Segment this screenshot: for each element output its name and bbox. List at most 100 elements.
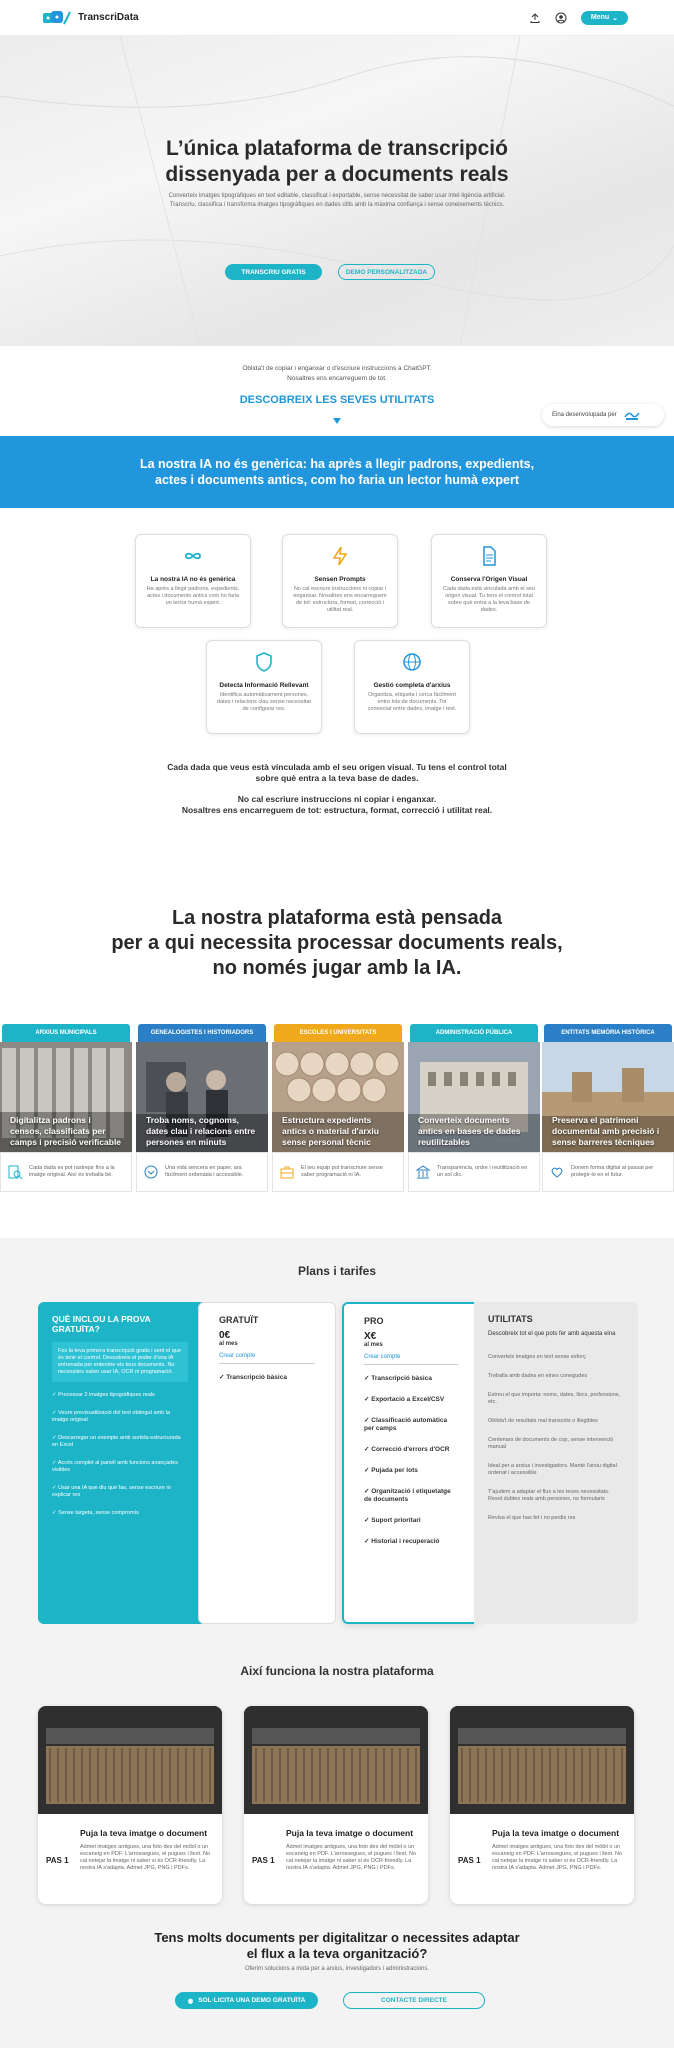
create-account-link[interactable]: Crear compte [364,1354,458,1360]
audience-tag: ESCOLES I UNIVERSITATS [274,1024,402,1042]
divider [219,1363,315,1364]
demo-button[interactable]: DEMO PERSONALITZADA [338,264,435,280]
utility-item: Revisa el que has fet i no perdis res [488,1515,576,1521]
step-number: PAS 1 [46,1856,69,1865]
feature-card: Detecta Informació Rellevant Identifica … [206,640,322,734]
plan-feature: ✓ Suport prioritari [364,1517,421,1524]
audience-card[interactable]: ADMINISTRACIÓ PÚBLICA Converteix documen… [408,1024,540,1204]
shield-icon [256,652,272,672]
trial-item: ✓ Sense targeta, sense compromís [52,1510,139,1516]
contact-button[interactable]: CONTACTE DIRECTE [343,1992,485,2009]
audience-tag: ENTITATS MEMÒRIA HISTÒRICA [544,1024,672,1042]
plan-period: al mes [364,1342,383,1348]
request-demo-button[interactable]: ◉ SOL·LICITA UNA DEMO GRATUÏTA [175,1992,318,2009]
step-card: Puja la teva imatge o document PAS 1 Adm… [38,1706,222,1904]
menu-label: Menu [590,14,610,21]
paper-texture [0,36,674,346]
trial-column: QUÈ INCLOU LA PROVA GRATUÏTA? Fes la tev… [38,1302,202,1624]
create-account-link[interactable]: Crear compte [219,1353,315,1359]
audience-caption: Digitalitza padrons i censos, classifica… [10,1115,122,1147]
search-document-icon [8,1165,23,1180]
audience-card[interactable]: ESCOLES I UNIVERSITATS Estructura expedi… [272,1024,404,1204]
plan-feature: ✓ Historial i recuperació [364,1538,440,1545]
feature-title: Conserva l'Origen Visual [450,576,528,583]
audience-footer-text: Una vida sencera en paper, ara fàcilment… [165,1165,244,1178]
how-title: Així funciona la nostra plataforma [240,1664,434,1678]
step-desc: Admet imatges antigues, una foto des del… [286,1844,417,1871]
arrow-down-icon[interactable] [333,418,341,424]
upload-icon[interactable] [529,12,541,24]
feature-desc: Cada dada està vinculada amb el seu orig… [442,586,536,613]
audience-footer: Donem forma digital al passat per proteg… [542,1152,674,1192]
feature-card: La nostra IA no és genèrica Ha après a l… [135,534,251,628]
top-nav: TranscriData Menu ⌄ [0,0,674,36]
feature-desc: Identifica automàticament persones, date… [217,692,311,712]
audience-caption: Estructura expedients antics o material … [282,1115,379,1147]
utility-item: Converteix imatges en text sense esforç [488,1354,586,1360]
document-icon [483,546,496,566]
audience-caption: Converteix documents antics en bases de … [418,1115,521,1147]
menu-button[interactable]: Menu ⌄ [580,10,628,25]
hero-section [0,36,674,346]
partner-logo [624,412,640,420]
utilities-title: UTILITATS [488,1314,533,1324]
utility-item: Centenars de documents de cop, sense int… [488,1437,614,1450]
audience-card[interactable]: GENEALOGISTES I HISTORIADORS Troba noms,… [136,1024,268,1204]
user-icon[interactable] [555,12,567,24]
audience-footer-text: Cada dada es pot rastrejar fins a la ima… [29,1165,115,1178]
plan-name: GRATUÏT [219,1315,259,1325]
feature-desc: Ha après a llegir padrons, expedients, a… [146,586,240,606]
divider [364,1364,458,1365]
developer-badge-label: Eina desenvolupada per [552,412,617,418]
globe-icon [403,653,421,671]
plan-feature: ✓ Exportació a Excel/CSV [364,1396,445,1403]
plan-period: al mes [219,1341,238,1347]
document-rolls-image [38,1706,222,1814]
audience-footer: Cada dada es pot rastrejar fins a la ima… [0,1152,132,1192]
feature-card: Gestió completa d'arxius Organitza, etiq… [354,640,470,734]
audience-caption: Troba noms, cognoms, dates clau i relaci… [146,1115,256,1147]
free-plan-card: GRATUÏT 0€ al mes Crear compte ✓ Transcr… [198,1302,336,1624]
audience-footer-text: Donem forma digital al passat per proteg… [571,1165,654,1178]
transcribe-free-button[interactable]: TRANSCRIU GRATIS [225,264,322,280]
heart-hand-icon [551,1167,563,1178]
feature-card: Sensen Prompts No cal escriure instrucci… [282,534,398,628]
plan-feature: ✓ Classificació automàtica per camps [364,1417,448,1432]
plan-feature: ✓ Correcció d'errors d'OCR [364,1446,450,1453]
feature-desc: No cal escriure instruccions ni copiar i… [293,586,387,613]
audience-card[interactable]: ARXIUS MUNICIPALS Digitalitza padrons i … [0,1024,132,1204]
plan-feature: ✓ Transcripció bàsica [219,1374,287,1381]
pricing-table: QUÈ INCLOU LA PROVA GRATUÏTA? Fes la tev… [38,1302,638,1624]
plan-price: 0€ [219,1330,231,1341]
feature-title: Detecta Informació Rellevant [219,682,309,689]
hero-subtitle: Converteix imatges tipogràfiques en text… [168,193,506,208]
document-rolls-image [450,1706,634,1814]
plan-feature: ✓ Pujada per lots [364,1467,418,1474]
audience-footer: El teu equip pot transcriure sense saber… [272,1152,404,1192]
trial-item: ✓ Processar 2 imatges tipogràfiques real… [52,1392,155,1398]
cta-subtitle: Oferim solucions a mida per a arxius, in… [244,1966,430,1972]
trial-item: ✓ Descarregar un exemple amb sortida est… [52,1435,181,1448]
institution-icon [415,1165,431,1179]
logo-icon [43,10,71,24]
step-desc: Admet imatges antigues, una foto des del… [492,1844,623,1871]
developer-badge[interactable]: Eina desenvolupada per [542,404,664,426]
audience-tag: GENEALOGISTES I HISTORIADORS [138,1024,266,1042]
hero-title: L’única plataforma de transcripció dissen… [165,137,509,186]
feature-card: Conserva l'Origen Visual Cada dada està … [431,534,547,628]
infinity-icon [185,552,201,560]
intro-text: Oblida't de copiar i enganxar o d'escriu… [242,365,432,382]
step-title: Puja la teva imatge o document [286,1828,414,1838]
audience-footer: Una vida sencera en paper, ara fàcilment… [136,1152,268,1192]
document-rolls-image [244,1706,428,1814]
audience-footer-text: El teu equip pot transcriure sense saber… [301,1165,383,1178]
brand-logo[interactable]: TranscriData [42,10,139,26]
audience-tag: ARXIUS MUNICIPALS [2,1024,130,1042]
audience-card[interactable]: ENTITATS MEMÒRIA HISTÒRICA Preserva el p… [542,1024,674,1204]
feature-title: La nostra IA no és genèrica [150,576,236,583]
platform-title: La nostra plataforma està pensada per a q… [111,907,563,979]
step-card: Puja la teva imatge o document PAS 1 Adm… [244,1706,428,1904]
briefcase-icon [280,1166,294,1179]
plan-price: X€ [364,1331,377,1342]
trial-description: Fes la teva primera transcripció gratis … [52,1342,188,1382]
